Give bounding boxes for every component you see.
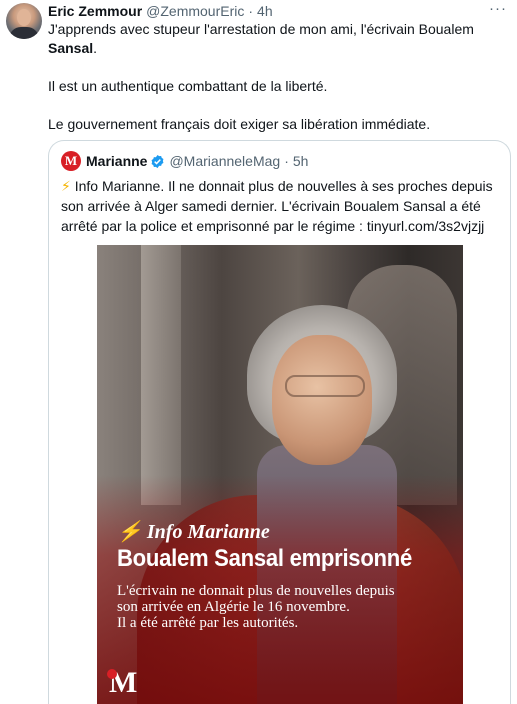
avatar-face [17, 9, 31, 26]
image-subtitle-line: Il a été arrêté par les autorités. [117, 615, 299, 631]
verified-badge-icon [152, 154, 164, 168]
more-options-icon[interactable]: ··· [489, 0, 507, 17]
separator-dot: · [248, 3, 254, 19]
author-name[interactable]: Eric Zemmour [48, 3, 142, 19]
quoted-tweet-image[interactable]: ⚡ Info Marianne Boualem Sansal emprisonn… [97, 245, 463, 704]
author-handle[interactable]: @ZemmourEric [146, 3, 244, 19]
quoted-separator-dot: · [284, 153, 289, 169]
quoted-tweet-time[interactable]: 5h [293, 153, 309, 169]
tweet-paragraph-2: Il est un authentique combattant de la l… [48, 78, 328, 94]
quoted-tweet-header: M Marianne @MarianneleMag · 5h [61, 151, 308, 171]
person-glasses [285, 375, 365, 397]
pillar-shape [141, 245, 181, 505]
tweet-time[interactable]: 4h [257, 3, 273, 19]
image-subtitle-line: L'écrivain ne donnait plus de nouvelles … [117, 583, 395, 599]
author-avatar[interactable] [6, 3, 42, 39]
lightning-icon: ⚡ [61, 178, 71, 194]
quoted-author-name[interactable]: Marianne [86, 153, 147, 169]
tweet-paragraph-3: Le gouvernement français doit exiger sa … [48, 116, 431, 132]
image-headline: Boualem Sansal emprisonné [117, 545, 412, 572]
tweet-body: J'apprends avec stupeur l'arrestation de… [48, 20, 508, 153]
image-subtitle-line: son arrivée en Algérie le 16 novembre. [117, 599, 350, 615]
mention-sansal: Sansal [48, 40, 94, 56]
avatar-suit [9, 27, 39, 39]
person-face [272, 335, 372, 465]
tweet-header: Eric Zemmour @ZemmourEric · 4h ··· [48, 0, 507, 20]
image-kicker: ⚡ Info Marianne [117, 521, 270, 543]
tweet-line1: J'apprends avec stupeur l'arrestation de… [48, 21, 474, 37]
marianne-logo-icon: M [107, 666, 138, 699]
quoted-tweet[interactable]: M Marianne @MarianneleMag · 5h ⚡ Info Ma… [48, 140, 511, 704]
quoted-author-handle[interactable]: @MarianneleMag [169, 153, 280, 169]
tweet-line1-suffix: . [93, 40, 98, 56]
quoted-tweet-text: ⚡ Info Marianne. Il ne donnait plus de n… [61, 176, 501, 236]
tweet-paragraph-1: J'apprends avec stupeur l'arrestation de… [48, 20, 508, 58]
marianne-avatar[interactable]: M [61, 151, 81, 171]
image-subtitle: L'écrivain ne donnait plus de nouvelles … [117, 583, 447, 631]
quoted-text-body: Info Marianne. Il ne donnait plus de nou… [61, 178, 493, 234]
